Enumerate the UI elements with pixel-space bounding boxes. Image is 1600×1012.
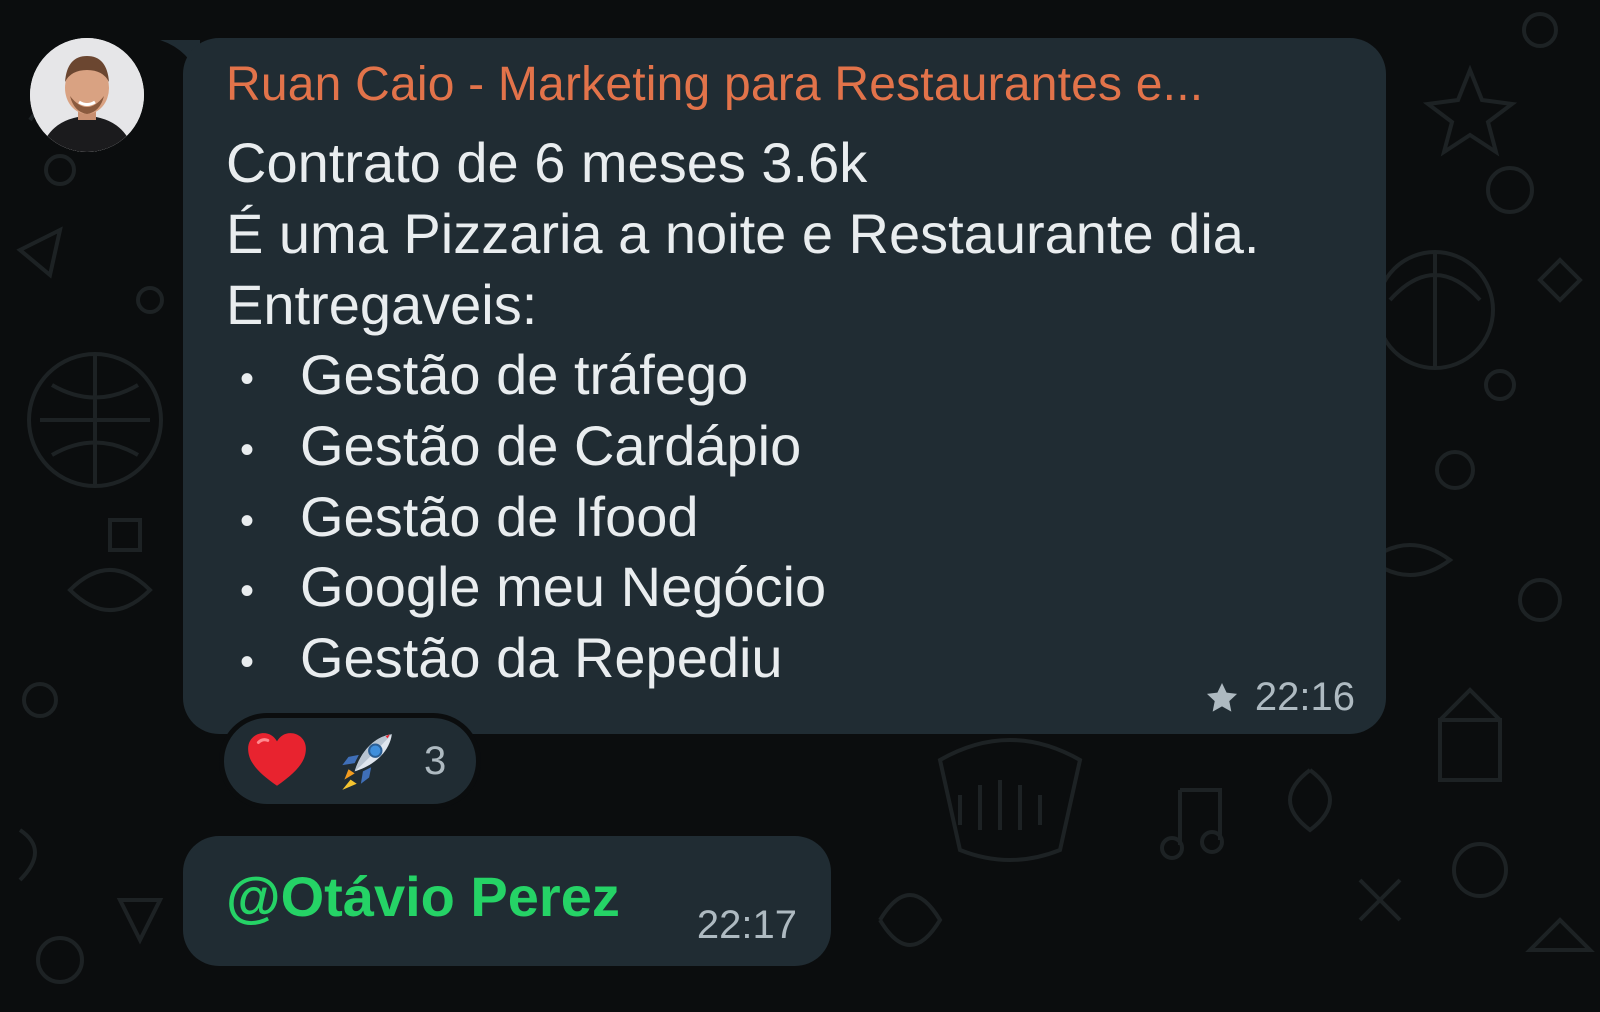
bullet-icon: • (240, 568, 255, 613)
list-item-text: Gestão da Repediu (300, 626, 783, 689)
star-icon (1206, 682, 1237, 712)
reply-bubble[interactable]: @Otávio Perez 22:17 (183, 836, 831, 966)
mention-link[interactable]: @Otávio Perez (226, 864, 620, 929)
list-item-text: Gestão de tráfego (300, 343, 749, 406)
sender-avatar[interactable] (30, 38, 144, 152)
bullet-icon: • (240, 356, 255, 401)
list-item-text: Gestão de Cardápio (300, 414, 802, 477)
bullet-icon: • (240, 427, 255, 472)
sender-name[interactable]: Ruan Caio - Marketing para Restaurantes … (226, 57, 1203, 112)
message-line: Entregaveis: (226, 273, 538, 336)
message-time: 22:16 (1254, 675, 1355, 719)
heart-icon (248, 733, 306, 786)
reaction-count: 3 (424, 738, 447, 783)
reply-time: 22:17 (696, 903, 797, 947)
reactions-pill[interactable]: 3 (219, 713, 481, 809)
list-item-text: Google meu Negócio (300, 555, 827, 618)
message-line: Contrato de 6 meses 3.6k (226, 131, 868, 194)
message-bubble[interactable]: Ruan Caio - Marketing para Restaurantes … (183, 38, 1386, 734)
list-item: • Google meu Negócio (226, 554, 826, 619)
list-item: • Gestão de Cardápio (226, 413, 801, 478)
rocket-icon (342, 734, 392, 790)
list-item: • Gestão da Repediu (226, 625, 783, 690)
message-line: É uma Pizzaria a noite e Restaurante dia… (226, 202, 1260, 265)
message-meta: 22:16 (1203, 675, 1355, 720)
list-item: • Gestão de Ifood (226, 484, 699, 549)
bullet-icon: • (240, 639, 255, 684)
bullet-icon: • (240, 498, 255, 543)
list-item: • Gestão de tráfego (226, 342, 748, 407)
list-item-text: Gestão de Ifood (300, 485, 699, 548)
